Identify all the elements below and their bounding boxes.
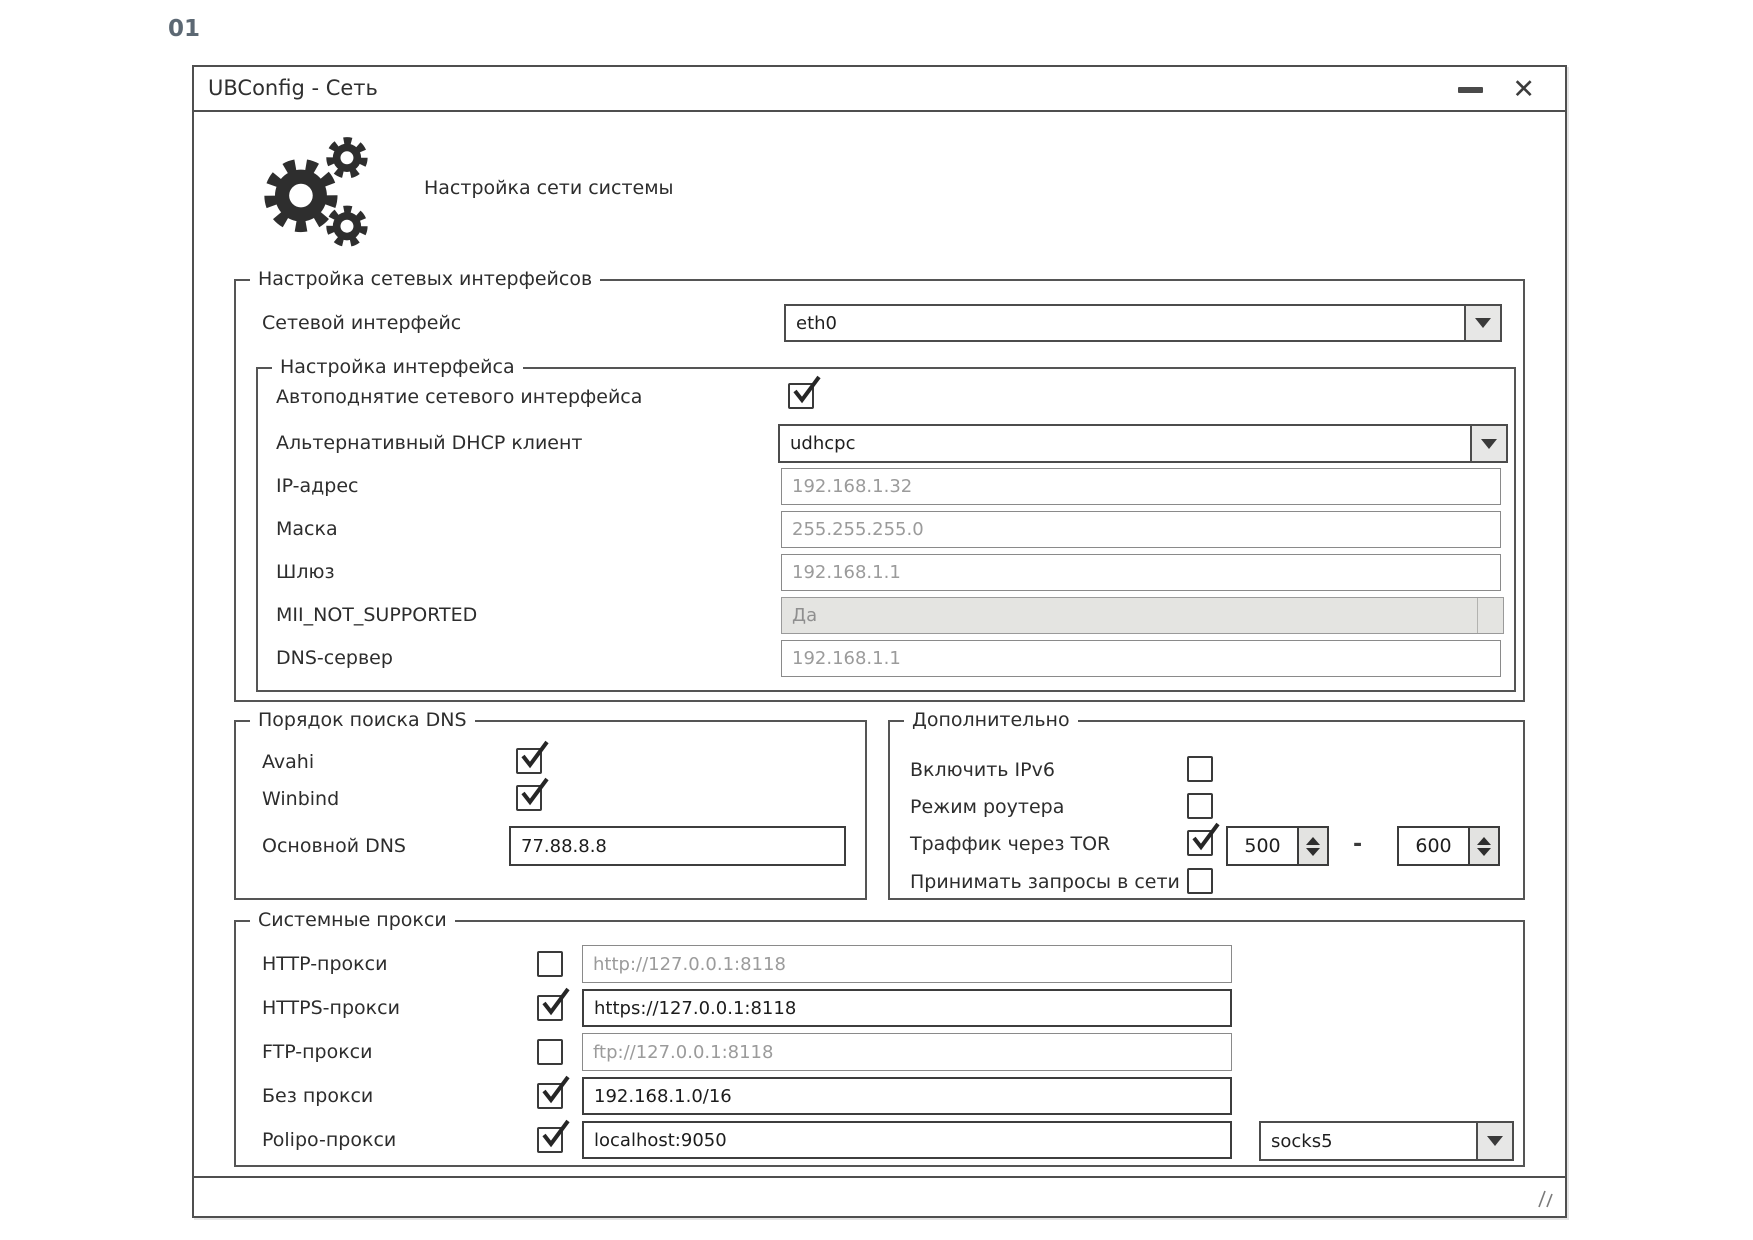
spinner-up-icon[interactable]	[1306, 837, 1320, 845]
mii-not-supported-value: Да	[782, 598, 1477, 633]
group-extras-legend: Дополнительно	[904, 709, 1078, 731]
no-proxy-field[interactable]	[582, 1077, 1232, 1115]
spinner-down-icon[interactable]	[1477, 848, 1491, 856]
dialog-heading: Настройка сети системы	[424, 177, 674, 199]
checkmark-icon	[537, 986, 571, 1020]
spinner-down-icon[interactable]	[1306, 848, 1320, 856]
group-extras: Дополнительно Включить IPv6 Режим роутер…	[888, 720, 1525, 900]
primary-dns-label: Основной DNS	[262, 834, 406, 859]
group-dns-order-legend: Порядок поиска DNS	[250, 709, 475, 731]
http-proxy-field[interactable]	[582, 945, 1232, 983]
checkmark-icon	[537, 1118, 571, 1152]
no-proxy-label: Без прокси	[262, 1084, 373, 1109]
avahi-checkbox[interactable]	[516, 748, 542, 774]
router-mode-label: Режим роутера	[910, 795, 1064, 820]
ipv6-checkbox[interactable]	[1187, 756, 1213, 782]
ftp-proxy-field[interactable]	[582, 1033, 1232, 1071]
tor-port-to-value: 600	[1399, 828, 1468, 864]
ubconfig-window: UBConfig - Сеть ✕ Настройка сети системы…	[192, 65, 1567, 1218]
primary-dns-field[interactable]	[509, 826, 846, 866]
polipo-type-select-value: socks5	[1261, 1123, 1476, 1159]
group-system-proxies-legend: Системные прокси	[250, 909, 455, 931]
router-mode-checkbox[interactable]	[1187, 793, 1213, 819]
tor-port-from-spinner[interactable]: 500	[1226, 826, 1329, 866]
http-proxy-checkbox[interactable]	[537, 951, 563, 977]
polipo-type-select[interactable]: socks5	[1259, 1121, 1514, 1161]
checkmark-icon	[537, 1074, 571, 1108]
spinner-buttons[interactable]	[1297, 828, 1327, 864]
auto-up-checkbox[interactable]	[788, 383, 814, 409]
interface-select[interactable]: eth0	[784, 304, 1502, 342]
winbind-checkbox[interactable]	[516, 785, 542, 811]
close-icon[interactable]: ✕	[1512, 71, 1535, 109]
netmask-label: Маска	[276, 517, 338, 542]
no-proxy-checkbox[interactable]	[537, 1083, 563, 1109]
mii-not-supported-field: Да	[781, 597, 1504, 634]
chevron-down-icon[interactable]	[1470, 426, 1506, 461]
checkmark-icon	[516, 739, 550, 773]
tor-port-to-spinner[interactable]: 600	[1397, 826, 1500, 866]
minimize-icon[interactable]	[1458, 87, 1483, 93]
netmask-field[interactable]	[781, 511, 1501, 548]
polipo-proxy-field[interactable]	[582, 1121, 1232, 1159]
checkmark-icon	[788, 374, 822, 408]
checkmark-icon	[516, 776, 550, 810]
spinner-buttons[interactable]	[1468, 828, 1498, 864]
group-network-interfaces-legend: Настройка сетевых интерфейсов	[250, 268, 600, 290]
group-interface-settings: Настройка интерфейса Автоподнятие сетево…	[256, 367, 1516, 692]
group-system-proxies: Системные прокси HTTP-прокси HTTPS-прокс…	[234, 920, 1525, 1167]
interface-label: Сетевой интерфейс	[262, 311, 461, 336]
resize-grip-icon[interactable]	[1531, 1186, 1555, 1210]
group-network-interfaces: Настройка сетевых интерфейсов Сетевой ин…	[234, 279, 1525, 702]
slide-number-label: 01	[168, 16, 200, 42]
titlebar: UBConfig - Сеть ✕	[194, 67, 1565, 112]
dns-server-field[interactable]	[781, 640, 1501, 677]
winbind-label: Winbind	[262, 787, 339, 812]
group-dns-order: Порядок поиска DNS Avahi Winbind Основно…	[234, 720, 867, 900]
window-title: UBConfig - Сеть	[208, 76, 378, 100]
ftp-proxy-label: FTP-прокси	[262, 1040, 372, 1065]
spinner-up-icon[interactable]	[1477, 837, 1491, 845]
gateway-field[interactable]	[781, 554, 1501, 591]
tor-traffic-label: Траффик через TOR	[910, 832, 1110, 857]
auto-up-label: Автоподнятие сетевого интерфейса	[276, 385, 642, 410]
ip-address-label: IP-адрес	[276, 474, 358, 499]
dhcp-client-select[interactable]: udhcpc	[778, 424, 1508, 463]
https-proxy-field[interactable]	[582, 989, 1232, 1027]
gateway-label: Шлюз	[276, 560, 335, 585]
gears-icon	[262, 133, 380, 251]
ipv6-label: Включить IPv6	[910, 758, 1055, 783]
chevron-down-icon[interactable]	[1476, 1123, 1512, 1159]
status-bar	[194, 1176, 1565, 1216]
http-proxy-label: HTTP-прокси	[262, 952, 387, 977]
tor-traffic-checkbox[interactable]	[1187, 830, 1213, 856]
ip-address-field[interactable]	[781, 468, 1501, 505]
polipo-proxy-checkbox[interactable]	[537, 1127, 563, 1153]
chevron-down-icon[interactable]	[1464, 306, 1500, 340]
tor-port-from-value: 500	[1228, 828, 1297, 864]
mii-not-supported-label: MII_NOT_SUPPORTED	[276, 603, 477, 628]
dns-server-label: DNS-сервер	[276, 646, 393, 671]
dhcp-client-label: Альтернативный DHCP клиент	[276, 431, 582, 456]
group-interface-settings-legend: Настройка интерфейса	[272, 356, 523, 378]
accept-requests-label: Принимать запросы в сети	[910, 870, 1180, 895]
accept-requests-checkbox[interactable]	[1187, 868, 1213, 894]
polipo-proxy-label: Polipo-прокси	[262, 1128, 396, 1153]
avahi-label: Avahi	[262, 750, 314, 775]
dhcp-client-select-value: udhcpc	[780, 426, 1470, 461]
ftp-proxy-checkbox[interactable]	[537, 1039, 563, 1065]
https-proxy-label: HTTPS-прокси	[262, 996, 400, 1021]
checkmark-icon	[1187, 821, 1221, 855]
disabled-dropdown-button	[1477, 598, 1503, 633]
interface-select-value: eth0	[786, 306, 1464, 340]
page: 01 UBConfig - Сеть ✕ Настройка сети сист…	[0, 0, 1753, 1240]
https-proxy-checkbox[interactable]	[537, 995, 563, 1021]
port-range-separator: -	[1353, 832, 1362, 857]
